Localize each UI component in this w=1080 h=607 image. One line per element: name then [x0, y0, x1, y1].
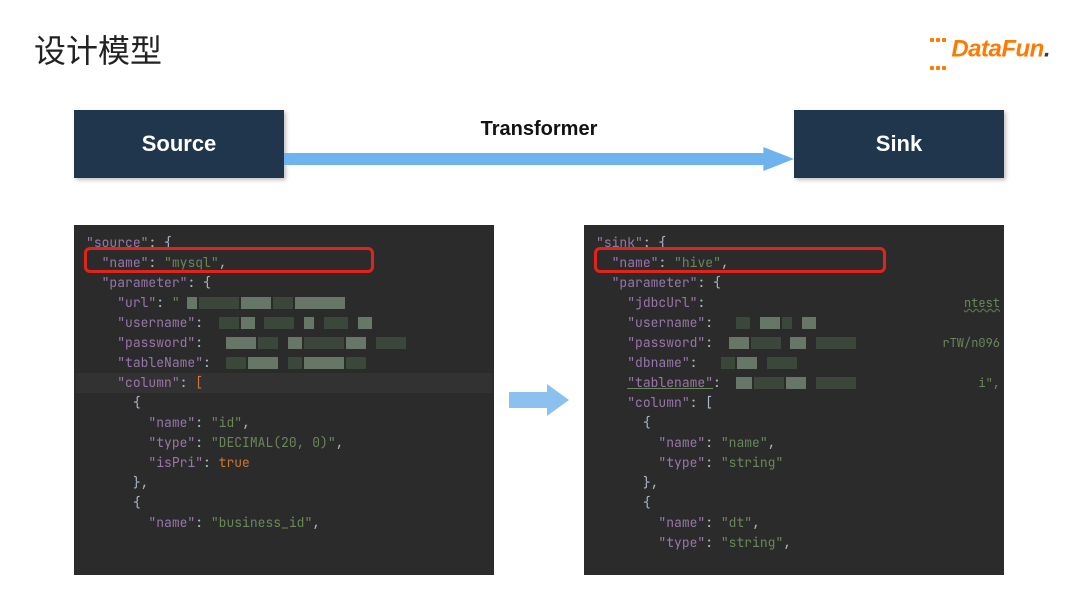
flow-source-box: Source [74, 110, 284, 178]
snk-col2-name-val: dt [729, 514, 745, 531]
src-col1-type-val: DECIMAL(20, 0) [219, 434, 328, 451]
snk-col1-type-val: string [729, 454, 776, 471]
snk-key-jdbcurl: jdbcUrl [635, 294, 690, 311]
arrow-right-icon [284, 147, 794, 171]
flow-transformer-label: Transformer [481, 118, 598, 141]
sink-code-block: "sink": { "name": "hive", "parameter": {… [584, 225, 1004, 575]
code-panels: "source": { "name": "mysql", "parameter"… [74, 225, 1004, 575]
snk-key-tablename: tablename [635, 374, 705, 391]
mid-arrow [494, 225, 584, 575]
snk-tablename-partial: i", [978, 373, 1000, 393]
src-col1-name-val: id [219, 414, 235, 431]
src-key-column: column [125, 374, 172, 391]
src-key-parameter: parameter [109, 274, 179, 291]
snk-key-column: column [635, 394, 682, 411]
src-key-url: url [125, 294, 148, 311]
arrow-right-icon [509, 380, 569, 420]
snk-col1-type-key: type [666, 454, 697, 471]
slide-title: 设计模型 [34, 26, 162, 72]
logo: DataFun. [929, 22, 1050, 78]
src-col2-name-key: name [156, 514, 187, 531]
snk-col2-type-val: string [729, 534, 776, 551]
logo-period: . [1044, 35, 1050, 62]
source-code-block: "source": { "name": "mysql", "parameter"… [74, 225, 494, 575]
highlight-box-sink [594, 247, 886, 273]
logo-text: DataFun [951, 35, 1044, 62]
src-key-username: username [125, 314, 187, 331]
snk-password-partial: rTW/n096 [942, 333, 1000, 353]
highlight-box-source [84, 247, 374, 273]
snk-key-password: password [635, 334, 697, 351]
src-key-tablename: tableName [125, 354, 195, 371]
src-col1-type-key: type [156, 434, 187, 451]
src-key-password: password [125, 334, 187, 351]
flow-arrow-section: Transformer [284, 118, 794, 171]
logo-dots-icon [929, 22, 947, 78]
snk-col2-type-key: type [666, 534, 697, 551]
snk-key-username: username [635, 314, 697, 331]
snk-key-dbname: dbname [635, 354, 682, 371]
src-col1-name-key: name [156, 414, 187, 431]
flow-diagram: Source Transformer Sink [74, 110, 1004, 178]
snk-col2-name-key: name [666, 514, 697, 531]
snk-jdbcurl-partial: ntest [964, 293, 1000, 313]
flow-sink-box: Sink [794, 110, 1004, 178]
src-col1-ispri-val: true [219, 454, 250, 471]
src-col1-ispri-key: isPri [156, 454, 195, 471]
src-col2-name-val: business_id [219, 514, 305, 531]
snk-key-parameter: parameter [619, 274, 689, 291]
snk-col1-name-val: name [729, 434, 760, 451]
snk-col1-name-key: name [666, 434, 697, 451]
